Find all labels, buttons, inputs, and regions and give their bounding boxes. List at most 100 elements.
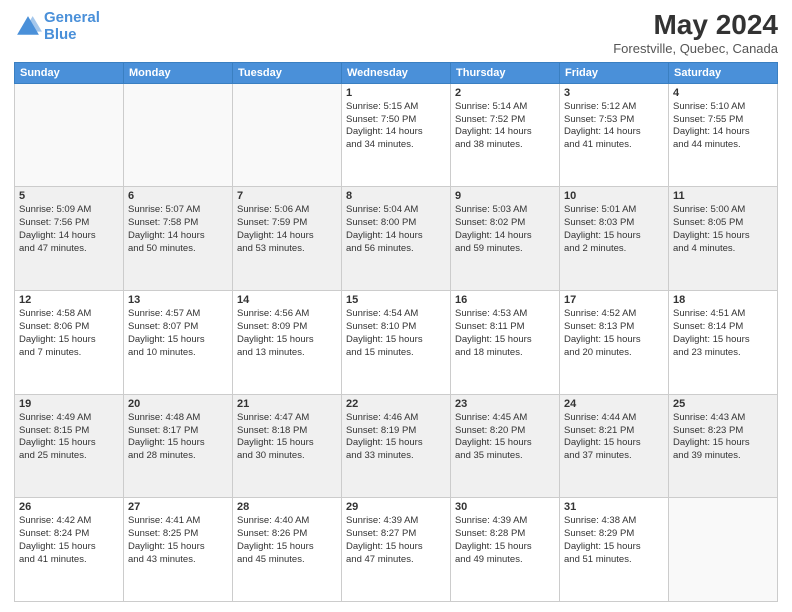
table-cell: 7 Sunrise: 5:06 AM Sunset: 7:59 PM Daylig…	[233, 187, 342, 291]
table-cell: 1 Sunrise: 5:15 AM Sunset: 7:50 PM Daylig…	[342, 83, 451, 187]
table-cell: 30Sunrise: 4:39 AM Sunset: 8:28 PM Dayli…	[451, 498, 560, 602]
col-saturday: Saturday	[669, 62, 778, 83]
cell-info: Sunrise: 4:53 AM Sunset: 8:11 PM Dayligh…	[455, 308, 555, 359]
cell-date: 7	[237, 190, 337, 202]
cell-date: 18	[673, 294, 773, 306]
cell-date: 27	[128, 501, 228, 513]
cell-date: 15	[346, 294, 446, 306]
table-cell: 22 Sunrise: 4:46 AM Sunset: 8:19 PM Dayli…	[342, 394, 451, 498]
logo-icon	[14, 13, 42, 41]
table-cell: 31 Sunrise: 4:38 AM Sunset: 8:29 PM Dayli…	[560, 498, 669, 602]
calendar-table: Sunday Monday Tuesday Wednesday Thursday…	[14, 62, 778, 602]
cell-info: Sunrise: 4:39 AM Sunset: 8:28 PM Dayligh…	[455, 515, 555, 566]
cell-info: Sunrise: 4:38 AM Sunset: 8:29 PM Dayligh…	[564, 515, 664, 566]
title-block: May 2024 Forestville, Quebec, Canada	[613, 10, 778, 56]
cell-info: Sunrise: 4:49 AM Sunset: 8:15 PM Dayligh…	[19, 412, 119, 463]
cell-date: 4	[673, 87, 773, 99]
cell-info: Sunrise: 4:42 AM Sunset: 8:24 PM Dayligh…	[19, 515, 119, 566]
cell-info: Sunrise: 5:15 AM Sunset: 7:50 PM Dayligh…	[346, 101, 446, 152]
table-cell: 13 Sunrise: 4:57 AM Sunset: 8:07 PM Dayli…	[124, 291, 233, 395]
cell-info: Sunrise: 5:10 AM Sunset: 7:55 PM Dayligh…	[673, 101, 773, 152]
col-thursday: Thursday	[451, 62, 560, 83]
main-title: May 2024	[613, 10, 778, 41]
table-cell: 16Sunrise: 4:53 AM Sunset: 8:11 PM Dayli…	[451, 291, 560, 395]
cell-date: 23	[455, 398, 555, 410]
table-cell: 29Sunrise: 4:39 AM Sunset: 8:27 PM Dayli…	[342, 498, 451, 602]
table-cell: 27 Sunrise: 4:41 AM Sunset: 8:25 PM Dayli…	[124, 498, 233, 602]
logo-line1: General	[44, 9, 100, 26]
cell-date: 10	[564, 190, 664, 202]
table-cell: 25Sunrise: 4:43 AM Sunset: 8:23 PM Dayli…	[669, 394, 778, 498]
col-monday: Monday	[124, 62, 233, 83]
logo-text: General Blue	[44, 10, 100, 43]
week-row-4: 19 Sunrise: 4:49 AM Sunset: 8:15 PM Dayli…	[15, 394, 778, 498]
cell-date: 11	[673, 190, 773, 202]
header: General Blue May 2024 Forestville, Quebe…	[14, 10, 778, 56]
table-cell	[669, 498, 778, 602]
cell-date: 22	[346, 398, 446, 410]
col-friday: Friday	[560, 62, 669, 83]
col-wednesday: Wednesday	[342, 62, 451, 83]
cell-date: 25	[673, 398, 773, 410]
cell-info: Sunrise: 5:04 AM Sunset: 8:00 PM Dayligh…	[346, 204, 446, 255]
cell-info: Sunrise: 5:09 AM Sunset: 7:56 PM Dayligh…	[19, 204, 119, 255]
cell-date: 29	[346, 501, 446, 513]
table-cell: 5Sunrise: 5:09 AM Sunset: 7:56 PM Daylig…	[15, 187, 124, 291]
cell-date: 19	[19, 398, 119, 410]
cell-date: 28	[237, 501, 337, 513]
cell-info: Sunrise: 4:40 AM Sunset: 8:26 PM Dayligh…	[237, 515, 337, 566]
cell-info: Sunrise: 4:52 AM Sunset: 8:13 PM Dayligh…	[564, 308, 664, 359]
table-cell: 14Sunrise: 4:56 AM Sunset: 8:09 PM Dayli…	[233, 291, 342, 395]
table-cell: 2Sunrise: 5:14 AM Sunset: 7:52 PM Daylig…	[451, 83, 560, 187]
cell-info: Sunrise: 4:54 AM Sunset: 8:10 PM Dayligh…	[346, 308, 446, 359]
cell-date: 31	[564, 501, 664, 513]
table-cell: 26 Sunrise: 4:42 AM Sunset: 8:24 PM Dayli…	[15, 498, 124, 602]
cell-info: Sunrise: 5:07 AM Sunset: 7:58 PM Dayligh…	[128, 204, 228, 255]
table-cell: 4 Sunrise: 5:10 AM Sunset: 7:55 PM Daylig…	[669, 83, 778, 187]
cell-date: 24	[564, 398, 664, 410]
cell-date: 17	[564, 294, 664, 306]
cell-info: Sunrise: 5:12 AM Sunset: 7:53 PM Dayligh…	[564, 101, 664, 152]
table-cell: 21Sunrise: 4:47 AM Sunset: 8:18 PM Dayli…	[233, 394, 342, 498]
logo-line2: Blue	[44, 26, 77, 43]
cell-date: 8	[346, 190, 446, 202]
cell-date: 1	[346, 87, 446, 99]
col-sunday: Sunday	[15, 62, 124, 83]
cell-info: Sunrise: 4:45 AM Sunset: 8:20 PM Dayligh…	[455, 412, 555, 463]
calendar-header-row: Sunday Monday Tuesday Wednesday Thursday…	[15, 62, 778, 83]
cell-info: Sunrise: 4:56 AM Sunset: 8:09 PM Dayligh…	[237, 308, 337, 359]
col-tuesday: Tuesday	[233, 62, 342, 83]
table-cell: 9Sunrise: 5:03 AM Sunset: 8:02 PM Daylig…	[451, 187, 560, 291]
table-cell	[15, 83, 124, 187]
cell-info: Sunrise: 4:44 AM Sunset: 8:21 PM Dayligh…	[564, 412, 664, 463]
table-cell: 8 Sunrise: 5:04 AM Sunset: 8:00 PM Daylig…	[342, 187, 451, 291]
table-cell: 12Sunrise: 4:58 AM Sunset: 8:06 PM Dayli…	[15, 291, 124, 395]
cell-date: 26	[19, 501, 119, 513]
cell-date: 13	[128, 294, 228, 306]
table-cell: 20Sunrise: 4:48 AM Sunset: 8:17 PM Dayli…	[124, 394, 233, 498]
table-cell: 11 Sunrise: 5:00 AM Sunset: 8:05 PM Dayli…	[669, 187, 778, 291]
table-cell	[124, 83, 233, 187]
table-cell: 15 Sunrise: 4:54 AM Sunset: 8:10 PM Dayli…	[342, 291, 451, 395]
table-cell: 19 Sunrise: 4:49 AM Sunset: 8:15 PM Dayli…	[15, 394, 124, 498]
logo: General Blue	[14, 10, 100, 43]
cell-info: Sunrise: 4:41 AM Sunset: 8:25 PM Dayligh…	[128, 515, 228, 566]
subtitle: Forestville, Quebec, Canada	[613, 41, 778, 56]
cell-info: Sunrise: 4:46 AM Sunset: 8:19 PM Dayligh…	[346, 412, 446, 463]
cell-info: Sunrise: 5:00 AM Sunset: 8:05 PM Dayligh…	[673, 204, 773, 255]
page: General Blue May 2024 Forestville, Quebe…	[0, 0, 792, 612]
table-cell: 10Sunrise: 5:01 AM Sunset: 8:03 PM Dayli…	[560, 187, 669, 291]
table-cell	[233, 83, 342, 187]
week-row-2: 5Sunrise: 5:09 AM Sunset: 7:56 PM Daylig…	[15, 187, 778, 291]
cell-date: 2	[455, 87, 555, 99]
table-cell: 18Sunrise: 4:51 AM Sunset: 8:14 PM Dayli…	[669, 291, 778, 395]
cell-info: Sunrise: 5:03 AM Sunset: 8:02 PM Dayligh…	[455, 204, 555, 255]
cell-info: Sunrise: 4:48 AM Sunset: 8:17 PM Dayligh…	[128, 412, 228, 463]
week-row-3: 12Sunrise: 4:58 AM Sunset: 8:06 PM Dayli…	[15, 291, 778, 395]
table-cell: 3Sunrise: 5:12 AM Sunset: 7:53 PM Daylig…	[560, 83, 669, 187]
table-cell: 23 Sunrise: 4:45 AM Sunset: 8:20 PM Dayli…	[451, 394, 560, 498]
cell-info: Sunrise: 5:06 AM Sunset: 7:59 PM Dayligh…	[237, 204, 337, 255]
cell-info: Sunrise: 4:57 AM Sunset: 8:07 PM Dayligh…	[128, 308, 228, 359]
week-row-1: 1 Sunrise: 5:15 AM Sunset: 7:50 PM Daylig…	[15, 83, 778, 187]
table-cell: 28 Sunrise: 4:40 AM Sunset: 8:26 PM Dayli…	[233, 498, 342, 602]
